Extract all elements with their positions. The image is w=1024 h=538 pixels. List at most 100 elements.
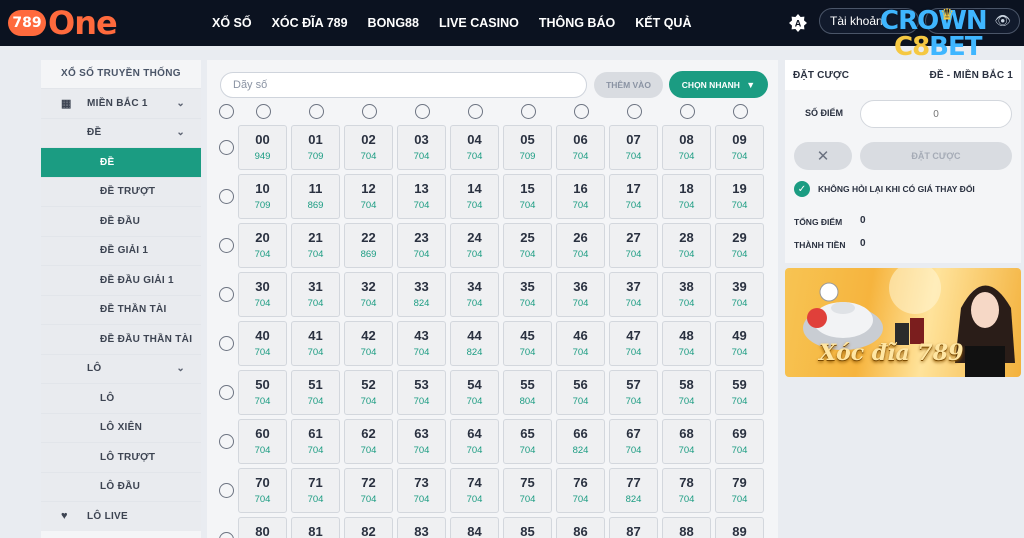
column-select-radio[interactable] [362,104,377,119]
number-cell[interactable]: 78 704 [662,468,711,513]
sidebar-group-de[interactable]: ĐỀ ⌄ [41,117,201,147]
site-logo[interactable]: 789 One [8,4,118,42]
number-cell[interactable]: 60 704 [238,419,287,464]
row-select-radio[interactable] [219,238,234,253]
number-cell[interactable]: 43 704 [397,321,446,366]
nav-ket-qua[interactable]: KẾT QUẢ [635,16,691,30]
number-cell[interactable]: 07 704 [609,125,658,170]
number-cell[interactable]: 20 704 [238,223,287,268]
check-icon[interactable]: ✓ [794,181,810,197]
number-cell[interactable]: 53 704 [397,370,446,415]
number-cell[interactable]: 05 709 [503,125,552,170]
number-cell[interactable]: 62 704 [344,419,393,464]
number-cell[interactable]: 85 [503,517,552,538]
number-cell[interactable]: 61 704 [291,419,340,464]
number-cell[interactable]: 39 704 [715,272,764,317]
row-select-radio[interactable] [219,189,234,204]
number-cell[interactable]: 34 704 [450,272,499,317]
row-select-radio[interactable] [219,483,234,498]
sidebar-item-lo-dau[interactable]: LÔ ĐẦU [41,471,201,501]
number-cell[interactable]: 28 704 [662,223,711,268]
number-cell[interactable]: 15 704 [503,174,552,219]
number-cell[interactable]: 66 824 [556,419,605,464]
number-cell[interactable]: 16 704 [556,174,605,219]
row-select-radio[interactable] [219,336,234,351]
number-cell[interactable]: 37 704 [609,272,658,317]
column-select-radio[interactable] [468,104,483,119]
number-cell[interactable]: 01 709 [291,125,340,170]
number-cell[interactable]: 02 704 [344,125,393,170]
points-input[interactable] [860,100,1012,128]
number-cell[interactable]: 13 704 [397,174,446,219]
column-select-radio[interactable] [680,104,695,119]
number-cell[interactable]: 68 704 [662,419,711,464]
number-cell[interactable]: 73 704 [397,468,446,513]
number-cell[interactable]: 80 [238,517,287,538]
quick-pick-button[interactable]: CHỌN NHANH ▼ [669,71,768,98]
sidebar-group-lo[interactable]: LÔ ⌄ [41,353,201,383]
sidebar-item-lo-xien[interactable]: LÔ XIÊN [41,412,201,442]
number-cell[interactable]: 65 704 [503,419,552,464]
number-cell[interactable]: 83 [397,517,446,538]
number-cell[interactable]: 36 704 [556,272,605,317]
number-cell[interactable]: 79 704 [715,468,764,513]
row-select-radio[interactable] [219,434,234,449]
number-cell[interactable]: 48 704 [662,321,711,366]
sidebar-item-lo[interactable]: LÔ [41,383,201,413]
number-cell[interactable]: 11 869 [291,174,340,219]
number-cell[interactable]: 23 704 [397,223,446,268]
number-cell[interactable]: 30 704 [238,272,287,317]
number-cell[interactable]: 06 704 [556,125,605,170]
number-cell[interactable]: 58 704 [662,370,711,415]
number-cell[interactable]: 67 704 [609,419,658,464]
number-cell[interactable]: 55 804 [503,370,552,415]
xoc-dia-banner[interactable]: Xóc đĩa 789 [785,268,1021,377]
number-cell[interactable]: 70 704 [238,468,287,513]
row-select-radio[interactable] [219,532,234,538]
number-cell[interactable]: 29 704 [715,223,764,268]
number-cell[interactable]: 82 [344,517,393,538]
column-select-radio[interactable] [574,104,589,119]
number-cell[interactable]: 76 704 [556,468,605,513]
number-cell[interactable]: 75 704 [503,468,552,513]
number-cell[interactable]: 12 704 [344,174,393,219]
sidebar-item-de-giai-1[interactable]: ĐỀ GIẢI 1 [41,235,201,265]
number-cell[interactable]: 26 704 [556,223,605,268]
sidebar-item-de-dau-giai-1[interactable]: ĐỀ ĐẦU GIẢI 1 [41,265,201,295]
number-cell[interactable]: 86 [556,517,605,538]
number-cell[interactable]: 44 824 [450,321,499,366]
number-cell[interactable]: 00 949 [238,125,287,170]
row-select-radio[interactable] [219,140,234,155]
sidebar-item-de-than-tai[interactable]: ĐỀ THẦN TÀI [41,294,201,324]
number-cell[interactable]: 46 704 [556,321,605,366]
nav-thong-bao[interactable]: THÔNG BÁO [539,16,615,30]
number-cell[interactable]: 51 704 [291,370,340,415]
number-cell[interactable]: 59 704 [715,370,764,415]
number-cell[interactable]: 25 704 [503,223,552,268]
column-select-radio[interactable] [521,104,536,119]
row-select-radio[interactable] [219,287,234,302]
theme-toggle-icon[interactable]: A [787,12,809,34]
number-cell[interactable]: 50 704 [238,370,287,415]
sidebar-item-de-dau[interactable]: ĐỀ ĐẦU [41,206,201,236]
number-cell[interactable]: 47 704 [609,321,658,366]
sidebar-item-mien-bac-1[interactable]: ▦ MIỀN BẮC 1 ⌄ [41,88,201,118]
number-cell[interactable]: 18 704 [662,174,711,219]
select-all-radio[interactable] [219,104,234,119]
number-cell[interactable]: 19 704 [715,174,764,219]
number-cell[interactable]: 71 704 [291,468,340,513]
number-cell[interactable]: 84 [450,517,499,538]
clear-button[interactable]: ✕ [794,142,852,170]
number-cell[interactable]: 69 704 [715,419,764,464]
sidebar-item-lo-live[interactable]: ♥ LÔ LIVE [41,501,201,531]
number-cell[interactable]: 56 704 [556,370,605,415]
place-bet-button[interactable]: ĐẶT CƯỢC [860,142,1012,170]
number-sequence-input[interactable]: Dãy số [220,72,587,98]
number-cell[interactable]: 40 704 [238,321,287,366]
number-cell[interactable]: 24 704 [450,223,499,268]
number-cell[interactable]: 64 704 [450,419,499,464]
number-cell[interactable]: 54 704 [450,370,499,415]
number-cell[interactable]: 63 704 [397,419,446,464]
sidebar-item-de-dau-than-tai[interactable]: ĐỀ ĐẦU THẦN TÀI [41,324,201,354]
nav-live-casino[interactable]: LIVE CASINO [439,16,519,30]
